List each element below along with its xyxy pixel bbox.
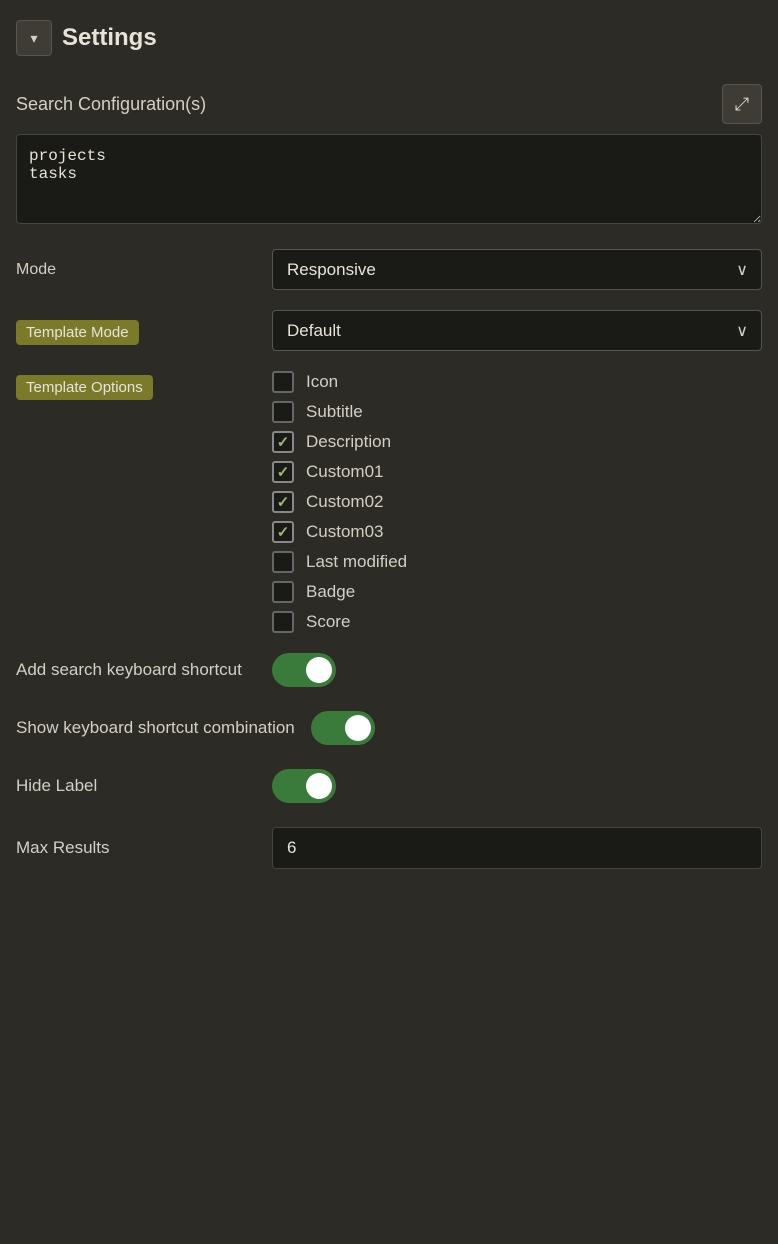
- show-keyboard-shortcut-toggle[interactable]: [311, 711, 375, 745]
- panel-header: ▾ Settings: [16, 20, 762, 56]
- checkbox-icon-box[interactable]: [272, 371, 294, 393]
- toggle-knob: [345, 715, 371, 741]
- toggle-knob: [306, 773, 332, 799]
- max-results-label: Max Results: [16, 838, 256, 858]
- template-mode-row: Template Mode Default Compact Full ∨: [16, 310, 762, 351]
- external-link-icon: ⤢: [735, 94, 749, 115]
- checkbox-custom02[interactable]: Custom02: [272, 491, 762, 513]
- checkbox-score-box[interactable]: [272, 611, 294, 633]
- checkbox-score-label: Score: [306, 612, 350, 632]
- template-mode-badge-wrapper: Template Mode: [16, 316, 256, 345]
- max-results-row: Max Results: [16, 827, 762, 869]
- checkbox-subtitle-box[interactable]: [272, 401, 294, 423]
- external-link-button[interactable]: ⤢: [722, 84, 762, 124]
- mode-label: Mode: [16, 261, 256, 279]
- toggle-knob: [306, 657, 332, 683]
- mode-select-wrapper: Responsive Desktop Mobile ∨: [272, 249, 762, 290]
- checkbox-custom03-box[interactable]: [272, 521, 294, 543]
- mode-select[interactable]: Responsive Desktop Mobile: [272, 249, 762, 290]
- chevron-down-icon: ▾: [30, 30, 37, 47]
- checkboxes-list: Icon Subtitle Description Custom01 Custo…: [272, 371, 762, 633]
- checkbox-last-modified-box[interactable]: [272, 551, 294, 573]
- checkbox-description-label: Description: [306, 432, 391, 452]
- checkbox-custom01-label: Custom01: [306, 462, 383, 482]
- hide-label-label: Hide Label: [16, 774, 256, 798]
- checkbox-description[interactable]: Description: [272, 431, 762, 453]
- checkbox-icon[interactable]: Icon: [272, 371, 762, 393]
- checkbox-last-modified-label: Last modified: [306, 552, 407, 572]
- search-config-label: Search Configuration(s): [16, 94, 206, 115]
- checkbox-last-modified[interactable]: Last modified: [272, 551, 762, 573]
- search-config-textarea[interactable]: projects tasks: [16, 134, 762, 224]
- max-results-input[interactable]: [272, 827, 762, 869]
- template-mode-select[interactable]: Default Compact Full: [272, 310, 762, 351]
- page-title: Settings: [62, 24, 157, 52]
- checkbox-custom01[interactable]: Custom01: [272, 461, 762, 483]
- checkbox-custom01-box[interactable]: [272, 461, 294, 483]
- add-search-shortcut-row: Add search keyboard shortcut: [16, 653, 762, 687]
- hide-label-row: Hide Label: [16, 769, 762, 803]
- template-mode-badge: Template Mode: [16, 320, 139, 345]
- hide-label-toggle[interactable]: [272, 769, 336, 803]
- mode-row: Mode Responsive Desktop Mobile ∨: [16, 249, 762, 290]
- settings-panel: ▾ Settings Search Configuration(s) ⤢ pro…: [0, 0, 778, 889]
- checkbox-custom03-label: Custom03: [306, 522, 383, 542]
- checkbox-icon-label: Icon: [306, 372, 338, 392]
- checkbox-custom03[interactable]: Custom03: [272, 521, 762, 543]
- template-mode-select-wrapper: Default Compact Full ∨: [272, 310, 762, 351]
- checkbox-subtitle[interactable]: Subtitle: [272, 401, 762, 423]
- checkbox-description-box[interactable]: [272, 431, 294, 453]
- checkbox-custom02-box[interactable]: [272, 491, 294, 513]
- checkbox-badge[interactable]: Badge: [272, 581, 762, 603]
- checkbox-custom02-label: Custom02: [306, 492, 383, 512]
- checkbox-score[interactable]: Score: [272, 611, 762, 633]
- add-search-shortcut-toggle[interactable]: [272, 653, 336, 687]
- checkbox-badge-label: Badge: [306, 582, 355, 602]
- collapse-button[interactable]: ▾: [16, 20, 52, 56]
- show-keyboard-shortcut-row: Show keyboard shortcut combination: [16, 711, 762, 745]
- template-options-section: Template Options Icon Subtitle Descripti…: [16, 371, 762, 633]
- checkbox-subtitle-label: Subtitle: [306, 402, 363, 422]
- add-search-shortcut-label: Add search keyboard shortcut: [16, 658, 256, 682]
- show-keyboard-shortcut-label: Show keyboard shortcut combination: [16, 716, 295, 740]
- checkbox-badge-box[interactable]: [272, 581, 294, 603]
- search-config-header: Search Configuration(s) ⤢: [16, 84, 762, 124]
- template-options-badge-wrapper: Template Options: [16, 371, 256, 400]
- template-options-badge: Template Options: [16, 375, 153, 400]
